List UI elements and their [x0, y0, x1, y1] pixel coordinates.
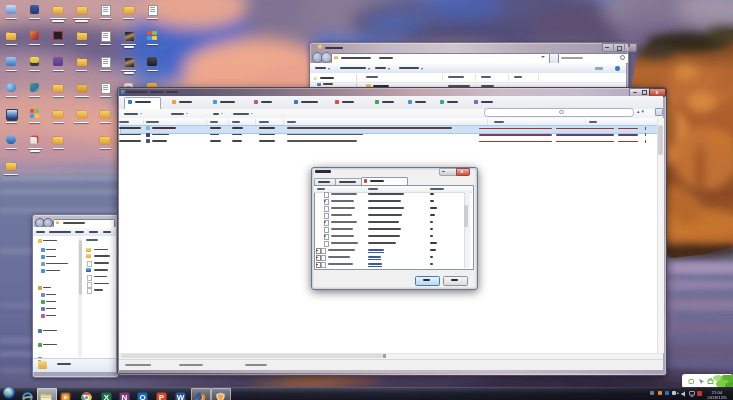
svg-text:X: X: [103, 393, 109, 400]
svg-text:N: N: [121, 393, 127, 400]
svg-text:O: O: [139, 393, 145, 400]
svg-text:P: P: [158, 393, 164, 400]
svg-text:W: W: [176, 393, 184, 400]
